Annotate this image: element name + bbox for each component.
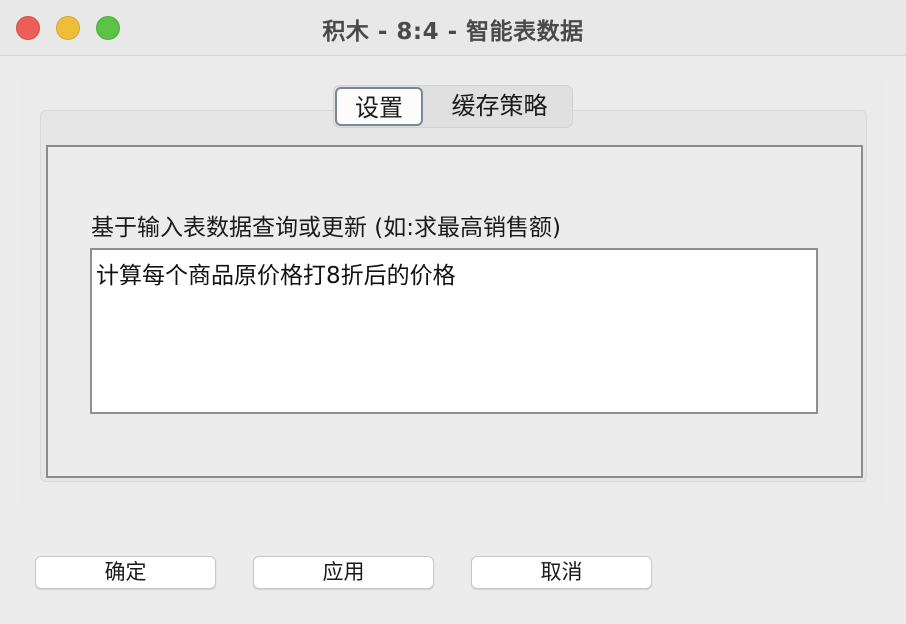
dialog-window: 积木 - 8:4 - 智能表数据 设置 缓存策略 基于输入表数据查询或更新 (如… xyxy=(0,0,906,624)
window-title: 积木 - 8:4 - 智能表数据 xyxy=(322,19,584,45)
tab-bar: 设置 缓存策略 xyxy=(333,85,573,128)
ok-button[interactable]: 确定 xyxy=(35,556,216,589)
title-bar: 积木 - 8:4 - 智能表数据 xyxy=(0,0,906,56)
query-input[interactable]: 计算每个商品原价格打8折后的价格 xyxy=(90,248,818,414)
tab-settings[interactable]: 设置 xyxy=(335,87,423,126)
query-label: 基于输入表数据查询或更新 (如:求最高销售额) xyxy=(91,215,562,241)
cancel-button[interactable]: 取消 xyxy=(471,556,652,589)
tab-cache-strategy[interactable]: 缓存策略 xyxy=(427,86,572,127)
apply-button[interactable]: 应用 xyxy=(253,556,434,589)
